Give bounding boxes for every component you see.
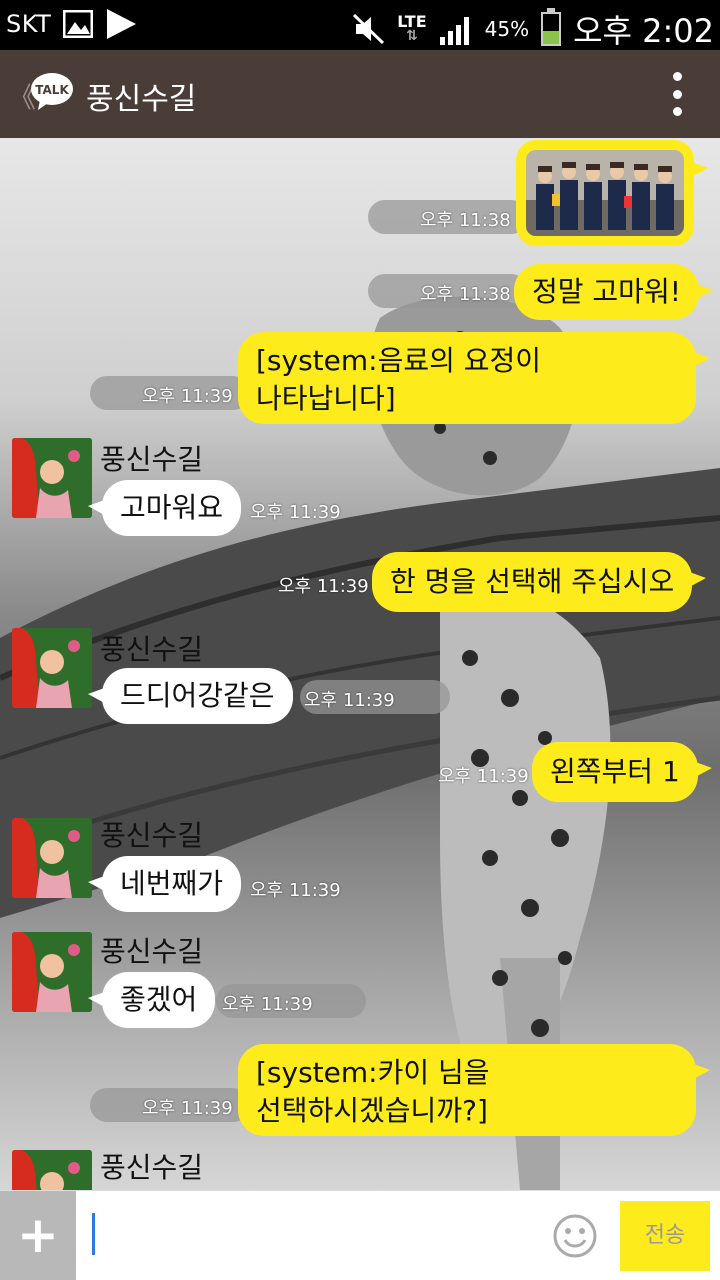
avatar-image [12,628,92,708]
message-input-bar: + 전송 [0,1190,720,1280]
message-time: 오후 11:39 [278,576,369,597]
message-line: 선택하시겠습니까?] [256,1094,488,1127]
received-message-bubble[interactable]: 고마워요 [87,480,242,536]
sender-name: 풍신수길 [100,935,204,968]
message-line: [system:카이 님을 [256,1056,490,1089]
status-clock: 오후 2:02 [573,12,714,50]
chat-header: 《 TALK 풍신수길 [0,50,720,138]
network-type: LTE [397,12,427,31]
carrier-label: SKT [6,10,52,38]
sender-name: 풍신수길 [100,443,204,476]
signal-icon [439,17,469,45]
chat-area[interactable]: 오후 11:38 오후 11:38 정말 고마워! 오후 11:39 [syst… [0,138,720,1190]
image-icon [63,10,94,38]
group-photo [526,150,684,236]
status-bar: SKT LTE ⇅ 45% 오후 2:02 [0,0,720,50]
message-time: 오후 11:38 [420,284,511,305]
overflow-menu-icon[interactable] [670,72,684,116]
sent-message-bubble[interactable]: [system:음료의 요정이 나타납니다] [238,332,710,424]
logo-text: TALK [35,83,69,97]
text-caret [92,1213,95,1255]
message-input[interactable] [84,1205,544,1265]
attach-button[interactable]: + [0,1191,76,1280]
avatar-image [12,818,92,898]
received-message-bubble[interactable]: 네번째가 [87,856,242,912]
sent-message-bubble[interactable]: 한 명을 선택해 주십시오 [372,552,707,612]
play-icon [107,9,137,39]
received-message-bubble[interactable]: 드디어강같은 [88,668,293,724]
message-time: 오후 11:39 [142,386,233,407]
network-indicator: LTE ⇅ [397,12,427,44]
avatar[interactable] [12,1150,92,1190]
avatar[interactable] [12,438,92,518]
message-time: 오후 11:39 [222,994,313,1015]
battery-percent: 45% [484,17,530,41]
mute-icon [353,14,385,44]
message-time: 오후 11:39 [250,502,341,523]
photo-message[interactable] [516,140,708,246]
avatar-image [12,932,92,1012]
send-button[interactable]: 전송 [620,1201,710,1271]
avatar-image [12,438,92,518]
sent-message-bubble[interactable]: 왼쪽부터 1 [532,742,712,802]
sender-name: 풍신수길 [100,819,204,852]
photo-thumbnail[interactable] [526,150,684,236]
sent-message-bubble[interactable]: [system:카이 님을 선택하시겠습니까?] [238,1044,710,1136]
message-line: 나타납니다] [256,382,396,415]
message-line: [system:음료의 요정이 [256,344,542,377]
message-time: 오후 11:38 [420,210,511,231]
avatar[interactable] [12,628,92,708]
battery-icon [541,8,562,46]
message-time: 오후 11:39 [142,1098,233,1119]
received-message-bubble[interactable]: 좋겠어 [87,972,216,1028]
message-time: 오후 11:39 [304,690,395,711]
battery-fill [543,30,560,44]
kakaotalk-logo[interactable]: TALK [30,72,74,112]
message-time: 오후 11:39 [250,880,341,901]
sent-message-bubble[interactable]: 정말 고마워! [514,264,713,320]
sender-name: 풍신수길 [100,1151,204,1184]
chat-title: 풍신수길 [86,82,197,117]
avatar[interactable] [12,818,92,898]
sender-name: 풍신수길 [100,633,204,666]
avatar[interactable] [12,932,92,1012]
message-time: 오후 11:39 [438,766,529,787]
emoticon-icon[interactable] [552,1213,598,1259]
avatar-image [12,1150,92,1190]
